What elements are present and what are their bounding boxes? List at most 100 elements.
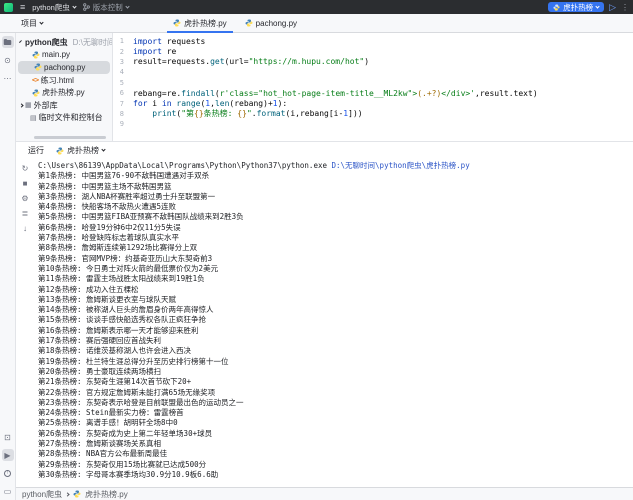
more-tools-icon[interactable]: ⋯	[2, 72, 14, 84]
console-line: 第5条热榜: 中国男篮FIBA亚预赛不敌韩国队战绩来到2胜3负	[38, 212, 633, 222]
tree-item-label: 外部库	[34, 100, 58, 111]
folder-icon	[3, 38, 12, 46]
console-line: 第23条热榜: 东契奇表示哈登是目前联盟最出色的运动员之一	[38, 398, 633, 408]
console-line: 第19条热榜: 杜兰特生涯总得分升至历史排行榜第十一位	[38, 357, 633, 367]
console-toolbar: ↻ ■ ⚙ ≣ ↓	[16, 159, 34, 487]
pycharm-logo-icon	[4, 3, 13, 12]
run-panel-header: 运行 虎扑热榜	[16, 142, 633, 159]
console-line: 第24条热榜: Stein最新实力榜：雷霆榜首	[38, 408, 633, 418]
tab-pachong[interactable]: pachong.py	[236, 14, 306, 32]
project-selector[interactable]: python爬虫	[32, 2, 76, 13]
vcs-selector[interactable]: 版本控制	[83, 2, 129, 13]
console-line: 第1条热榜: 中国男篮76-90不敌韩国遭遇对手双杀	[38, 171, 633, 181]
pycharm-window: ≡ python爬虫 版本控制 虎扑热榜 ▷ ⋮ 项目	[0, 0, 633, 500]
run-tab-label: 虎扑热榜	[67, 145, 99, 156]
console-exec-line: C:\Users\86139\AppData\Local\Programs\Py…	[38, 161, 633, 171]
project-panel-title: 项目	[21, 18, 37, 29]
python-file-icon	[32, 89, 40, 97]
console-line: 第3条热榜: 湖人NBA杯赛胜率超过勇士升至联盟第一	[38, 192, 633, 202]
scrollbar-thumb[interactable]	[34, 136, 106, 139]
title-bar: ≡ python爬虫 版本控制 虎扑热榜 ▷ ⋮	[0, 0, 633, 14]
script-path-link[interactable]: D:\无聊时间\python爬虫\虎扑热榜.py	[332, 161, 470, 170]
python-file-icon	[73, 490, 81, 498]
python-icon	[553, 4, 560, 11]
python-file-icon	[245, 19, 253, 27]
console-line: 第20条热榜: 勇士豪取连续两场横扫	[38, 367, 633, 377]
breadcrumb-project[interactable]: python爬虫	[22, 489, 62, 500]
vcs-selector-label: 版本控制	[93, 2, 123, 13]
rerun-icon[interactable]: ↻	[20, 163, 31, 173]
tree-row-lianxi-html[interactable]: <> 练习.html	[16, 74, 112, 87]
chevron-down-icon	[19, 40, 22, 43]
project-panel: python爬虫 D:\无聊时间\python爬虫 main.py pachon…	[16, 33, 113, 141]
code-editor[interactable]: 1import requests2import re3result=reques…	[113, 33, 633, 141]
chevron-right-icon	[19, 103, 23, 107]
terminal-tool-icon[interactable]: ▭	[2, 485, 14, 497]
tree-row-main-py[interactable]: main.py	[16, 49, 112, 62]
console-line: 第13条热榜: 詹姆斯谈更衣室与球队天赋	[38, 295, 633, 305]
python-file-icon	[32, 51, 40, 59]
tree-row-hupu-py[interactable]: 虎扑热榜.py	[16, 86, 112, 99]
chevron-down-icon	[39, 20, 43, 24]
settings-icon[interactable]: ⚙	[20, 193, 31, 203]
console-line: 第17条热榜: 赛后强硬回应首战失利	[38, 336, 633, 346]
tab-label: 虎扑热榜.py	[184, 18, 227, 29]
chevron-down-icon	[101, 147, 105, 151]
stop-icon[interactable]: ■	[20, 178, 31, 188]
code-line: 3result=requests.get(url="https://m.hupu…	[113, 57, 633, 67]
console-line: 第26条热榜: 东契奇成为史上第二年轻单场30+球员	[38, 429, 633, 439]
run-panel: 运行 虎扑热榜 ↻ ■ ⚙ ≣ ↓	[16, 141, 633, 487]
python-file-icon	[34, 63, 42, 71]
console-line: 第30条热榜: 字母哥本赛季场均30.9分10.9板6.6助	[38, 470, 633, 480]
code-line: 4	[113, 67, 633, 77]
console-line: 第25条热榜: 离谱手感！胡明轩全场8中0	[38, 418, 633, 428]
tree-row-external-libs[interactable]: ▦ 外部库	[16, 99, 112, 112]
editor-tabs: 虎扑热榜.py pachong.py	[164, 14, 306, 32]
python-file-icon	[173, 19, 181, 27]
console-line: 第10条热榜: 今日勇士对阵火箭的最低票价仅为2美元	[38, 264, 633, 274]
console-line: 第11条热榜: 雷霆主场战胜太阳战绩来到19胜1负	[38, 274, 633, 284]
more-actions-icon[interactable]: ⋮	[621, 3, 629, 12]
chevron-down-icon	[595, 4, 599, 8]
chevron-down-icon	[125, 4, 129, 8]
console-line: 第15条热榜: 谈谈手感快船选秀权各队正疯狂争抢	[38, 315, 633, 325]
run-tab[interactable]: 虎扑热榜	[56, 145, 105, 156]
tab-hupu-rebang[interactable]: 虎扑热榜.py	[164, 14, 236, 32]
console-line: 第8条热榜: 詹姆斯连续第1292场比赛得分上双	[38, 243, 633, 253]
tree-root-path: D:\无聊时间\python爬虫	[73, 37, 113, 48]
code-lines: 1import requests2import re3result=reques…	[113, 36, 633, 130]
code-line: 9	[113, 119, 633, 129]
run-tool-icon[interactable]: ▶	[2, 449, 14, 461]
commit-tool-icon[interactable]: ⊙	[2, 54, 14, 66]
run-button[interactable]: ▷	[609, 3, 616, 12]
exec-command: C:\Users\86139\AppData\Local\Programs\Py…	[38, 161, 332, 170]
run-config-selector[interactable]: 虎扑热榜	[548, 2, 604, 12]
chevron-down-icon	[72, 4, 76, 8]
code-line: 6rebang=re.findall(r'class="hot_hot-page…	[113, 88, 633, 98]
console-line: 第21条热榜: 东契奇生涯第14次首节砍下20+	[38, 377, 633, 387]
tree-item-label: 虎扑热榜.py	[42, 87, 85, 98]
tree-row-root[interactable]: python爬虫 D:\无聊时间\python爬虫	[16, 36, 112, 49]
tree-row-pachong-py[interactable]: pachong.py	[18, 61, 110, 74]
console-line: 第28条热榜: NBA官方公布最新周最佳	[38, 449, 633, 459]
soft-wrap-icon[interactable]: ≣	[20, 208, 31, 218]
packages-tool-icon[interactable]: ⊡	[2, 431, 14, 443]
status-bar: python爬虫 虎扑热榜.py	[16, 487, 633, 500]
console-line: 第9条热榜: 官网MVP榜：约基奇亚历山大东契奇前3	[38, 254, 633, 264]
html-file-icon: <>	[32, 77, 39, 84]
project-tool-icon[interactable]	[2, 36, 14, 48]
tree-item-label: main.py	[42, 50, 70, 59]
console-line: 第2条热榜: 中国男篮主场不敌韩国男篮	[38, 182, 633, 192]
code-line: 2import re	[113, 46, 633, 56]
console-output[interactable]: C:\Users\86139\AppData\Local\Programs\Py…	[34, 159, 633, 487]
project-panel-header[interactable]: 项目	[0, 14, 164, 32]
tree-row-scratches[interactable]: ▤ 临时文件和控制台	[16, 112, 112, 125]
console-line: 第29条热榜: 东契奇仅用15场比赛就已达成500分	[38, 460, 633, 470]
console-line: 第27条热榜: 詹姆斯谈赛场关系真相	[38, 439, 633, 449]
problems-tool-icon[interactable]: !	[2, 467, 14, 479]
scroll-end-icon[interactable]: ↓	[20, 223, 31, 233]
breadcrumb-file[interactable]: 虎扑热榜.py	[85, 489, 128, 500]
console-line: 第18条热榜: 诺维茨基称湖人也许会进入西决	[38, 346, 633, 356]
code-line: 5	[113, 78, 633, 88]
main-menu-icon[interactable]: ≡	[20, 3, 25, 12]
